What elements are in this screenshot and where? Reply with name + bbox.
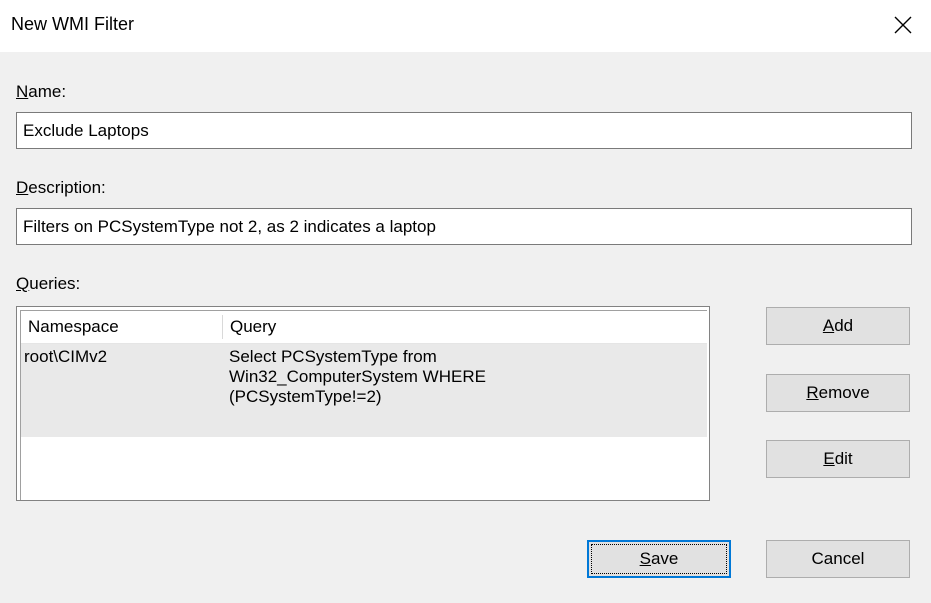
cell-namespace: root\CIMv2 bbox=[24, 347, 108, 366]
title-bar: New WMI Filter bbox=[0, 0, 931, 52]
save-button[interactable]: Save bbox=[587, 540, 731, 578]
description-label: Description: bbox=[16, 178, 106, 197]
query-line: (PCSystemType!=2) bbox=[229, 387, 382, 406]
close-button[interactable] bbox=[878, 2, 928, 48]
close-icon bbox=[894, 16, 912, 34]
remove-button[interactable]: Remove bbox=[766, 374, 910, 412]
query-line: Select PCSystemType from bbox=[229, 347, 437, 366]
query-line: Win32_ComputerSystem WHERE bbox=[229, 367, 486, 386]
cell-query: Select PCSystemType from Win32_ComputerS… bbox=[229, 344, 486, 407]
queries-label: Queries: bbox=[16, 274, 81, 293]
name-label: Name: bbox=[16, 82, 67, 101]
column-header-namespace[interactable]: Namespace bbox=[21, 311, 221, 343]
add-button[interactable]: Add bbox=[766, 307, 910, 345]
edit-button[interactable]: Edit bbox=[766, 440, 910, 478]
queries-list-header: Namespace Query bbox=[21, 311, 707, 344]
queries-list[interactable]: Namespace Query root\CIMv2 Select PCSyst… bbox=[16, 306, 710, 501]
name-field[interactable]: Exclude Laptops bbox=[16, 112, 912, 149]
cancel-button[interactable]: Cancel bbox=[766, 540, 910, 578]
table-row[interactable]: root\CIMv2 Select PCSystemType from Win3… bbox=[21, 344, 707, 437]
dialog-title: New WMI Filter bbox=[11, 14, 134, 34]
description-field[interactable]: Filters on PCSystemType not 2, as 2 indi… bbox=[16, 208, 912, 245]
focus-ring bbox=[591, 544, 727, 574]
column-header-query[interactable]: Query bbox=[223, 311, 703, 343]
